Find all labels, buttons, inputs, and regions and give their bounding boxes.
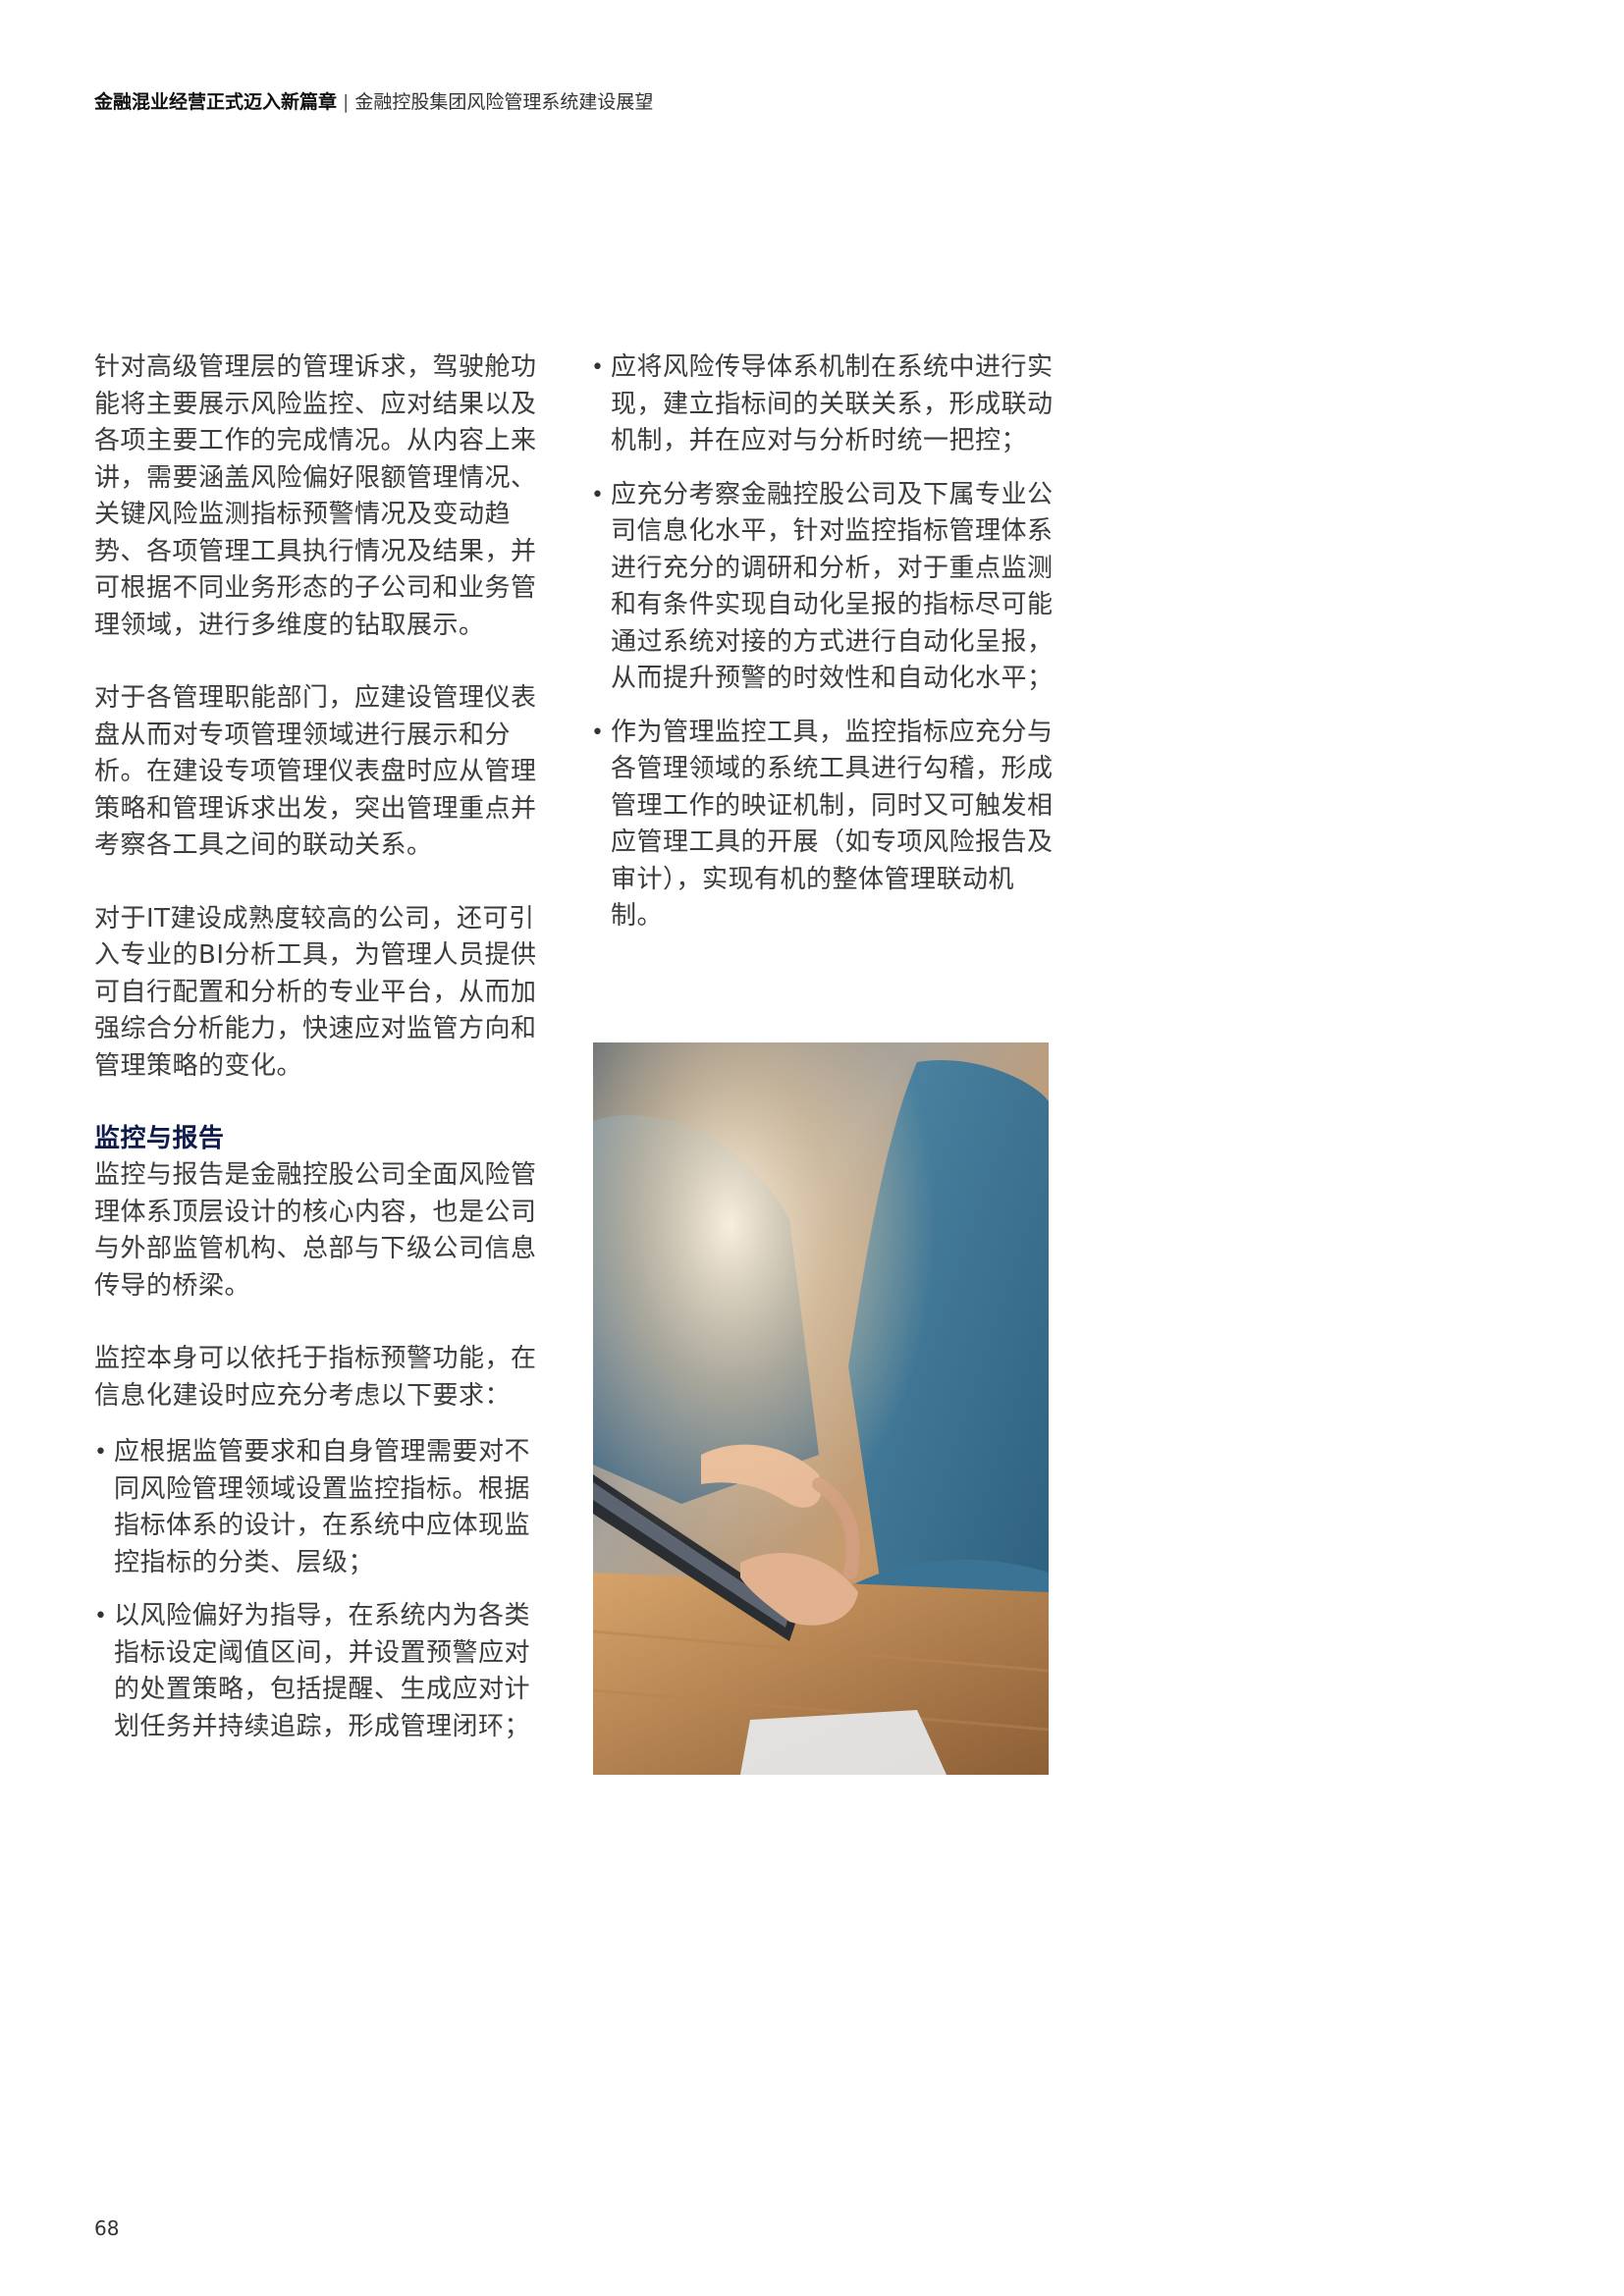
photo-illustration [593,1042,1049,1775]
list-item: • 以风险偏好为指导，在系统内为各类指标设定阈值区间，并设置预警应对的处置策略，… [94,1598,548,1745]
section-heading: 监控与报告 [94,1124,225,1153]
list-item: • 应将风险传导体系机制在系统中进行实现，建立指标间的关联关系，形成联动机制，并… [591,349,1058,460]
bullet-list: • 应将风险传导体系机制在系统中进行实现，建立指标间的关联关系，形成联动机制，并… [591,349,1058,935]
bullet-list: • 应根据监管要求和自身管理需要对不同风险管理领域设置监控指标。根据指标体系的设… [94,1434,548,1745]
page-number: 68 [94,2216,120,2240]
list-item: • 应根据监管要求和自身管理需要对不同风险管理领域设置监控指标。根据指标体系的设… [94,1434,548,1581]
bullet-icon: • [591,720,605,745]
bullet-text: 以风险偏好为指导，在系统内为各类指标设定阈值区间，并设置预警应对的处置策略，包括… [114,1601,531,1741]
paragraph: 监控本身可以依托于指标预警功能，在信息化建设时应充分考虑以下要求： [94,1344,537,1411]
header-title: 金融混业经营正式迈入新篇章 [94,91,338,113]
paragraph: 监控与报告是金融控股公司全面风险管理体系顶层设计的核心内容，也是公司与外部监管机… [94,1160,537,1301]
bullet-text: 作为管理监控工具，监控指标应充分与各管理领域的系统工具进行勾稽，形成管理工作的映… [611,717,1054,932]
header-separator: | [343,91,350,113]
bullet-icon: • [94,1604,108,1629]
paragraph: 对于各管理职能部门，应建设管理仪表盘从而对专项管理领域进行展示和分析。在建设专项… [94,683,537,860]
bullet-text: 应将风险传导体系机制在系统中进行实现，建立指标间的关联关系，形成联动机制，并在应… [611,352,1054,455]
list-item: • 应充分考察金融控股公司及下属专业公司信息化水平，针对监控指标管理体系进行充分… [591,477,1058,698]
list-item: • 作为管理监控工具，监控指标应充分与各管理领域的系统工具进行勾稽，形成管理工作… [591,715,1058,935]
bullet-icon: • [591,482,605,507]
bullet-text: 应根据监管要求和自身管理需要对不同风险管理领域设置监控指标。根据指标体系的设计，… [114,1437,531,1577]
bullet-icon: • [591,355,605,380]
photo-tablet-hands [593,1042,1049,1775]
bullet-icon: • [94,1440,108,1465]
running-header: 金融混业经营正式迈入新篇章 | 金融控股集团风险管理系统建设展望 [94,90,653,114]
right-column: • 应将风险传导体系机制在系统中进行实现，建立指标间的关联关系，形成联动机制，并… [591,349,1058,952]
bullet-text: 应充分考察金融控股公司及下属专业公司信息化水平，针对监控指标管理体系进行充分的调… [611,479,1054,694]
paragraph: 对于IT建设成熟度较高的公司，还可引入专业的BI分析工具，为管理人员提供可自行配… [94,903,537,1081]
header-subtitle: 金融控股集团风险管理系统建设展望 [354,91,654,113]
paragraph: 针对高级管理层的管理诉求，驾驶舱功能将主要展示风险监控、应对结果以及各项主要工作… [94,352,537,640]
left-column: 针对高级管理层的管理诉求，驾驶舱功能将主要展示风险监控、应对结果以及各项主要工作… [94,349,548,1762]
